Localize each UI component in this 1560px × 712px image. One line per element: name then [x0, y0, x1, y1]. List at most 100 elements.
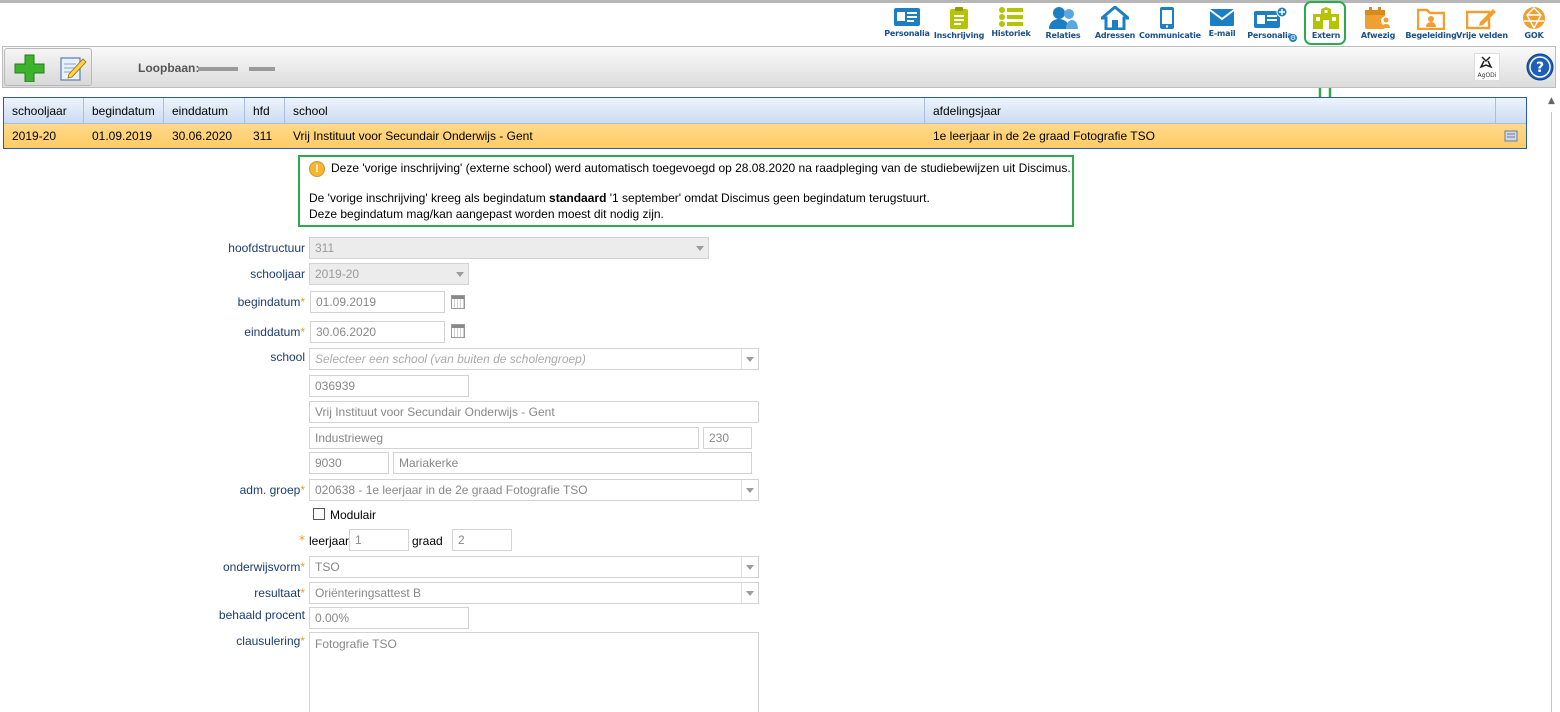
label-text: schooljaar [250, 267, 305, 281]
table-row[interactable]: 2019-20 01.09.2019 30.06.2020 311 Vrij I… [4, 124, 1526, 148]
nav-personalia[interactable]: Personalia [879, 4, 935, 46]
school-code-field[interactable]: 036939 [309, 375, 469, 397]
label-text: school [270, 350, 305, 364]
resultaat-value: Oriënteringsattest B [315, 586, 422, 600]
settings-badge-icon: ⚙ [1289, 34, 1297, 42]
required-marker: * [300, 586, 305, 600]
help-icon[interactable]: ? [1526, 53, 1554, 81]
cell-school: Vrij Instituut voor Secundair Onderwijs … [293, 129, 533, 143]
required-marker: * [299, 533, 305, 547]
svg-text:AgODi: AgODi [1478, 72, 1497, 79]
house-icon [1101, 6, 1129, 30]
label-text: onderwijsvorm [222, 560, 301, 574]
chevron-down-icon [741, 349, 758, 369]
hoofdstructuur-value: 311 [315, 241, 335, 255]
nav-label: Inschrijving [933, 31, 985, 40]
school-number-field[interactable]: 230 [703, 427, 752, 449]
leerjaar-label: leerjaar [309, 534, 350, 548]
nav-gok[interactable]: GOK [1506, 4, 1560, 46]
info-message-box: ! Deze 'vorige inschrijving' (externe sc… [298, 155, 1074, 227]
onderwijsvorm-select[interactable]: TSO [309, 556, 759, 578]
label-text: adm. groep [239, 483, 301, 497]
label-resultaat: resultaat* [5, 586, 305, 600]
school-postcode-field[interactable]: 9030 [309, 452, 389, 474]
nav-adressen[interactable]: Adressen [1087, 4, 1143, 46]
info-line-2-pre: De 'vorige inschrijving' kreeg als begin… [309, 191, 550, 205]
edit-note-icon[interactable] [58, 54, 88, 82]
required-marker: * [300, 483, 305, 497]
graad-label: graad [412, 534, 443, 548]
col-header-hfd[interactable]: hfd [245, 98, 285, 123]
col-header-afdelingsjaar[interactable]: afdelingsjaar [925, 98, 1496, 123]
graad-input[interactable]: 2 [452, 529, 512, 551]
col-header-school[interactable]: school [285, 98, 925, 123]
chevron-down-icon [452, 264, 468, 284]
label-text: einddatum [244, 325, 301, 339]
chevron-down-icon [741, 557, 758, 577]
required-marker: * [300, 560, 305, 574]
nav-label: Historiek [991, 29, 1031, 38]
people-icon [1049, 7, 1078, 29]
nav-vrije-velden[interactable]: Vrije velden [1454, 4, 1510, 46]
calendar-person-icon [1365, 7, 1391, 29]
school-name-field[interactable]: Vrij Instituut voor Secundair Onderwijs … [309, 401, 759, 423]
label-text: clausulering [236, 634, 301, 648]
schooljaar-select[interactable]: 2019-20 [309, 263, 469, 285]
cell-afdelingsjaar: 1e leerjaar in de 2e graad Fotografie TS… [933, 129, 1155, 143]
leerjaar-input[interactable]: 1 [349, 529, 409, 551]
scrollbar-track[interactable] [1551, 112, 1552, 712]
calendar-icon[interactable] [451, 295, 465, 309]
nav-personalia-plus[interactable]: Personalia ⚙ [1242, 4, 1298, 46]
col-header-schooljaar[interactable]: schooljaar [4, 98, 84, 123]
folder-person-icon [1417, 8, 1445, 30]
cell-schooljaar: 2019-20 [12, 129, 57, 143]
add-plus-icon[interactable] [14, 54, 46, 82]
row-detail-icon[interactable] [1504, 129, 1518, 143]
label-text: begindatum [237, 295, 301, 309]
label-onderwijsvorm: onderwijsvorm* [5, 560, 305, 574]
calendar-icon[interactable] [451, 324, 465, 338]
nav-begeleiding[interactable]: Begeleiding [1403, 4, 1459, 46]
label-begindatum: begindatum* [5, 295, 305, 309]
nav-relaties[interactable]: Relaties [1035, 4, 1091, 46]
nav-label: Adressen [1094, 31, 1136, 40]
info-line-2-bold: standaard [549, 191, 607, 205]
svg-text:?: ? [1536, 60, 1544, 76]
required-marker: * [300, 634, 305, 648]
behaald-procent-input[interactable]: 0.00% [309, 607, 469, 629]
scroll-up-icon[interactable]: ▲ [1548, 96, 1555, 106]
chevron-down-icon [741, 583, 758, 603]
info-line-1: Deze 'vorige inschrijving' (externe scho… [331, 161, 1071, 175]
col-header-einddatum[interactable]: einddatum [164, 98, 245, 123]
loopbaan-grid: schooljaar begindatum einddatum hfd scho… [3, 97, 1527, 149]
label-schooljaar: schooljaar [5, 267, 305, 281]
redacted-name [198, 67, 238, 71]
nav-inschrijving[interactable]: Inschrijving [931, 4, 987, 46]
school-street-field[interactable]: Industrieweg [309, 427, 699, 449]
adm-groep-select[interactable]: 020638 - 1e leerjaar in de 2e graad Foto… [309, 479, 759, 501]
required-marker: * [300, 295, 305, 309]
cell-hfd: 311 [253, 129, 273, 143]
nav-label: Relaties [1045, 31, 1081, 40]
label-einddatum: einddatum* [5, 325, 305, 339]
nav-label: Begeleiding [1405, 31, 1457, 40]
begindatum-input[interactable]: 01.09.2019 [310, 291, 445, 313]
clausulering-textarea[interactable]: Fotografie TSO [309, 632, 759, 712]
col-header-begindatum[interactable]: begindatum [84, 98, 164, 123]
school-city-field[interactable]: Mariakerke [393, 452, 752, 474]
nav-afwezig[interactable]: Afwezig [1350, 4, 1406, 46]
schooljaar-value: 2019-20 [315, 267, 360, 281]
adm-groep-value: 020638 - 1e leerjaar in de 2e graad Foto… [315, 483, 588, 497]
hoofdstructuur-select[interactable]: 311 [309, 237, 709, 259]
resultaat-select[interactable]: Oriënteringsattest B [309, 582, 759, 604]
school-select[interactable]: Selecteer een school (van buiten de scho… [309, 348, 759, 370]
modulair-checkbox[interactable] [313, 508, 325, 520]
chevron-down-icon [741, 480, 758, 500]
nav-historiek[interactable]: Historiek [983, 4, 1039, 46]
label-text: resultaat [254, 586, 301, 600]
info-line-3: Deze begindatum mag/kan aangepast worden… [309, 207, 664, 221]
einddatum-input[interactable]: 30.06.2020 [310, 321, 445, 343]
agodi-logo-icon[interactable]: AgODi [1474, 53, 1500, 81]
nav-label: Afwezig [1360, 31, 1396, 40]
nav-communicatie[interactable]: Communicatie [1139, 4, 1201, 46]
